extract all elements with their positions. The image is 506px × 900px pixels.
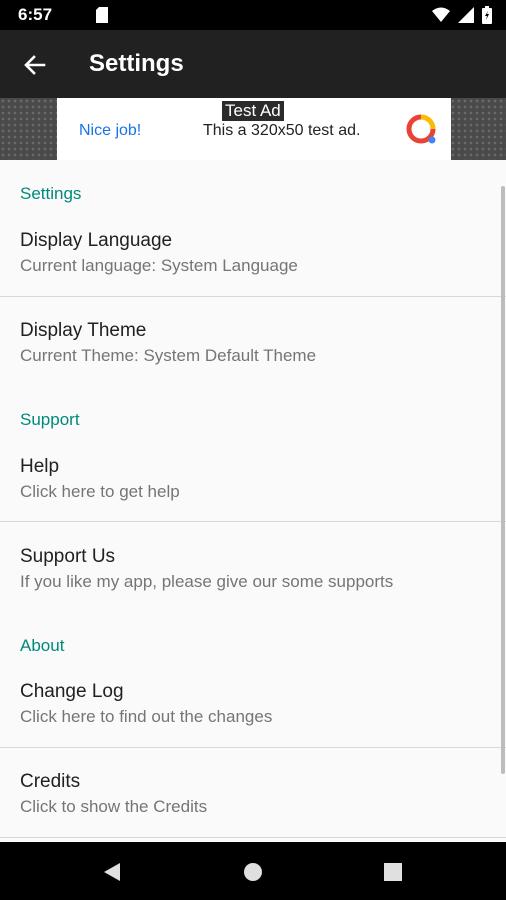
app-bar: Settings (0, 30, 506, 98)
test-ad-label: Test Ad (222, 101, 284, 121)
section-header-settings: Settings (20, 184, 82, 203)
nav-home-button[interactable] (241, 860, 265, 884)
nav-home-icon (244, 863, 262, 881)
back-arrow-icon (24, 55, 46, 75)
navigation-bar (0, 842, 506, 900)
pref-title: Help (20, 456, 60, 477)
divider (0, 837, 506, 838)
section-header-support: Support (20, 410, 80, 429)
wifi-icon (432, 7, 450, 22)
scrollbar[interactable] (501, 186, 505, 774)
pref-display-theme[interactable]: Display Theme Current Theme: System Defa… (0, 320, 506, 380)
pref-title: Support Us (20, 546, 116, 567)
status-time: 6:57 (18, 5, 53, 24)
nav-back-button[interactable] (100, 860, 124, 884)
nav-recents-icon (384, 863, 402, 881)
settings-list: Settings Display Language Current langua… (0, 160, 506, 842)
pref-display-language[interactable]: Display Language Current language: Syste… (0, 230, 506, 290)
pref-title: Display Theme (20, 320, 147, 341)
battery-icon (482, 6, 492, 24)
ad-banner[interactable]: Test Ad Nice job! This a 320x50 test ad. (57, 98, 451, 160)
divider (0, 747, 506, 748)
pref-summary: If you like my app, please give our some… (20, 572, 394, 591)
back-button[interactable] (18, 48, 52, 82)
ad-logo-icon (406, 114, 436, 144)
pref-summary: Current Theme: System Default Theme (20, 346, 317, 365)
sd-card-icon (96, 7, 108, 23)
pref-change-log[interactable]: Change Log Click here to find out the ch… (0, 681, 506, 741)
pref-help[interactable]: Help Click here to get help (0, 456, 506, 516)
divider (0, 521, 506, 522)
pref-summary: Click here to get help (20, 482, 180, 501)
ad-banner-area: Test Ad Nice job! This a 320x50 test ad. (0, 98, 506, 160)
pref-title: Change Log (20, 681, 124, 702)
pref-credits[interactable]: Credits Click to show the Credits (0, 771, 506, 831)
pref-summary: Click here to find out the changes (20, 707, 273, 726)
system-icons (432, 6, 492, 24)
pref-summary: Current language: System Language (20, 256, 298, 275)
pref-title: Display Language (20, 230, 173, 251)
signal-icon (458, 7, 474, 23)
ad-nice-job-text: Nice job! (79, 122, 142, 139)
pref-summary: Click to show the Credits (20, 797, 208, 816)
section-header-about: About (20, 636, 65, 655)
pref-title: Credits (20, 771, 81, 792)
nav-back-icon (104, 863, 120, 881)
pref-support-us[interactable]: Support Us If you like my app, please gi… (0, 546, 506, 606)
ad-body-text: This a 320x50 test ad. (203, 122, 361, 139)
divider (0, 296, 506, 297)
page-title: Settings (89, 50, 184, 77)
nav-recents-button[interactable] (381, 860, 405, 884)
status-bar: 6:57 (0, 0, 506, 30)
